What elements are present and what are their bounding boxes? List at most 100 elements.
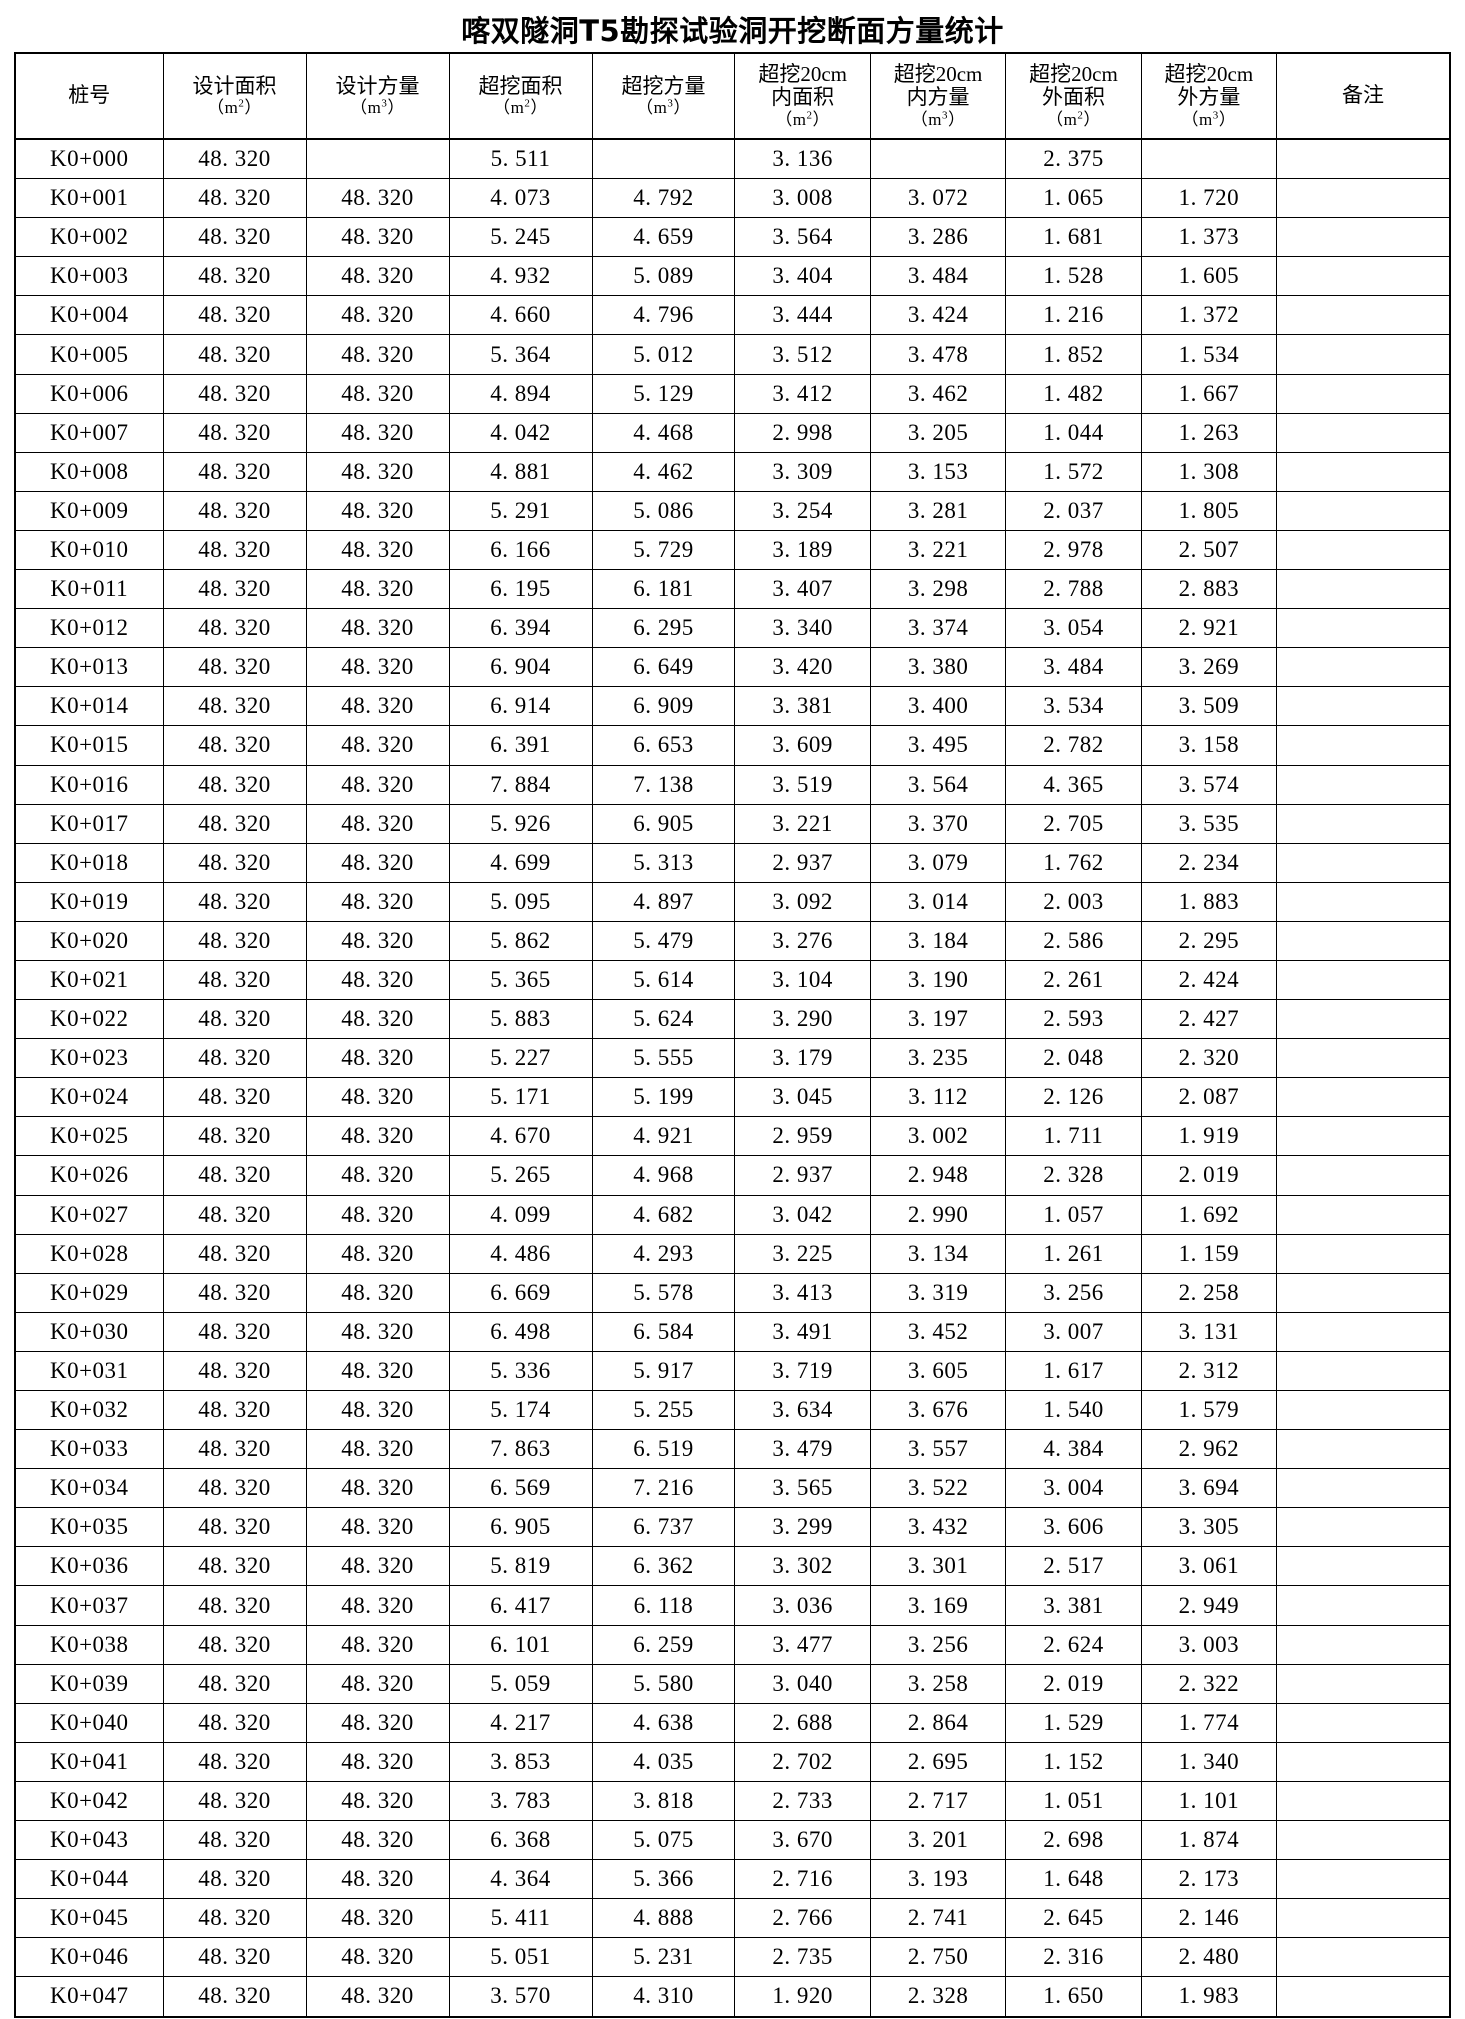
cell-out_area[interactable]: 2. 645 xyxy=(1005,1898,1142,1939)
cell-remark[interactable] xyxy=(1276,1507,1452,1548)
cell-over_vol[interactable]: 4. 293 xyxy=(591,1233,736,1274)
cell-out_vol[interactable]: 1. 159 xyxy=(1140,1233,1278,1274)
cell-in_vol[interactable]: 3. 495 xyxy=(869,725,1007,766)
cell-over_area[interactable]: 5. 245 xyxy=(448,217,593,258)
cell-design_area[interactable]: 48. 320 xyxy=(162,1820,307,1861)
cell-remark[interactable] xyxy=(1276,412,1452,453)
cell-in_vol[interactable]: 3. 169 xyxy=(869,1585,1007,1626)
cell-over_vol[interactable]: 5. 614 xyxy=(591,959,736,1001)
cell-design_vol[interactable]: 48. 320 xyxy=(305,569,450,610)
cell-out_vol[interactable]: 1. 983 xyxy=(1140,1976,1278,2018)
cell-design_vol[interactable]: 48. 320 xyxy=(305,451,450,492)
cell-out_vol[interactable]: 2. 312 xyxy=(1140,1350,1278,1392)
cell-over_area[interactable]: 5. 174 xyxy=(448,1389,593,1431)
cell-pile-number[interactable]: K0+042 xyxy=(13,1780,164,1822)
cell-in_area[interactable]: 3. 008 xyxy=(734,178,871,219)
cell-out_vol[interactable]: 2. 921 xyxy=(1140,608,1278,649)
cell-in_area[interactable]: 3. 412 xyxy=(734,373,871,414)
cell-remark[interactable] xyxy=(1276,647,1452,688)
cell-out_vol[interactable]: 1. 805 xyxy=(1140,490,1278,531)
cell-in_vol[interactable]: 3. 193 xyxy=(869,1859,1007,1900)
cell-design_area[interactable]: 48. 320 xyxy=(162,1311,307,1352)
cell-in_area[interactable]: 3. 670 xyxy=(734,1820,871,1861)
cell-in_vol[interactable]: 3. 072 xyxy=(869,178,1007,219)
cell-out_area[interactable]: 1. 529 xyxy=(1005,1702,1142,1743)
cell-over_vol[interactable]: 5. 580 xyxy=(591,1663,736,1704)
cell-design_area[interactable]: 48. 320 xyxy=(162,1780,307,1822)
cell-out_vol[interactable]: 3. 003 xyxy=(1140,1624,1278,1665)
cell-remark[interactable] xyxy=(1276,1311,1452,1352)
cell-in_vol[interactable]: 3. 380 xyxy=(869,647,1007,688)
cell-design_vol[interactable]: 48. 320 xyxy=(305,1194,450,1235)
cell-in_vol[interactable]: 3. 301 xyxy=(869,1546,1007,1587)
cell-design_area[interactable]: 48. 320 xyxy=(162,1741,307,1782)
cell-out_vol[interactable]: 1. 919 xyxy=(1140,1116,1278,1157)
cell-design_vol[interactable]: 48. 320 xyxy=(305,1976,450,2018)
cell-pile-number[interactable]: K0+013 xyxy=(13,647,164,688)
cell-over_vol[interactable]: 5. 255 xyxy=(591,1389,736,1431)
cell-remark[interactable] xyxy=(1276,178,1452,219)
cell-in_area[interactable]: 3. 564 xyxy=(734,217,871,258)
cell-out_area[interactable]: 2. 261 xyxy=(1005,959,1142,1001)
cell-design_area[interactable]: 48. 320 xyxy=(162,725,307,766)
cell-out_vol[interactable]: 1. 340 xyxy=(1140,1741,1278,1782)
cell-over_area[interactable]: 5. 511 xyxy=(448,138,593,180)
cell-pile-number[interactable]: K0+034 xyxy=(13,1468,164,1509)
cell-design_area[interactable]: 48. 320 xyxy=(162,686,307,727)
cell-in_area[interactable]: 2. 688 xyxy=(734,1702,871,1743)
cell-design_area[interactable]: 48. 320 xyxy=(162,1116,307,1157)
column-header-design_vol[interactable]: 设计方量 （m3） xyxy=(305,52,450,140)
cell-design_area[interactable]: 48. 320 xyxy=(162,1272,307,1313)
cell-over_area[interactable]: 4. 670 xyxy=(448,1116,593,1157)
cell-remark[interactable] xyxy=(1276,1429,1452,1470)
cell-out_area[interactable]: 3. 007 xyxy=(1005,1311,1142,1352)
cell-out_vol[interactable]: 2. 019 xyxy=(1140,1155,1278,1196)
cell-in_vol[interactable]: 3. 564 xyxy=(869,764,1007,805)
cell-over_area[interactable]: 5. 883 xyxy=(448,999,593,1040)
cell-design_vol[interactable]: 48. 320 xyxy=(305,373,450,414)
cell-design_vol[interactable]: 48. 320 xyxy=(305,490,450,531)
cell-over_area[interactable]: 6. 166 xyxy=(448,529,593,571)
cell-out_vol[interactable]: 1. 101 xyxy=(1140,1780,1278,1822)
cell-design_area[interactable]: 48. 320 xyxy=(162,920,307,961)
cell-in_area[interactable]: 3. 565 xyxy=(734,1468,871,1509)
cell-remark[interactable] xyxy=(1276,803,1452,844)
cell-in_area[interactable]: 2. 735 xyxy=(734,1937,871,1978)
cell-design_vol[interactable]: 48. 320 xyxy=(305,1468,450,1509)
cell-in_vol[interactable]: 3. 235 xyxy=(869,1038,1007,1079)
cell-pile-number[interactable]: K0+015 xyxy=(13,725,164,766)
cell-in_area[interactable]: 2. 716 xyxy=(734,1859,871,1900)
cell-design_vol[interactable]: 48. 320 xyxy=(305,647,450,688)
cell-out_area[interactable]: 1. 762 xyxy=(1005,842,1142,883)
cell-in_vol[interactable]: 3. 281 xyxy=(869,490,1007,531)
cell-in_vol[interactable]: 2. 864 xyxy=(869,1702,1007,1743)
cell-out_vol[interactable]: 2. 258 xyxy=(1140,1272,1278,1313)
cell-out_vol[interactable]: 2. 507 xyxy=(1140,529,1278,571)
cell-pile-number[interactable]: K0+022 xyxy=(13,999,164,1040)
cell-design_vol[interactable]: 48. 320 xyxy=(305,1820,450,1861)
cell-over_vol[interactable] xyxy=(591,138,736,180)
cell-in_vol[interactable]: 3. 424 xyxy=(869,295,1007,336)
cell-remark[interactable] xyxy=(1276,999,1452,1040)
cell-in_area[interactable]: 3. 479 xyxy=(734,1429,871,1470)
cell-pile-number[interactable]: K0+028 xyxy=(13,1233,164,1274)
cell-in_area[interactable]: 3. 512 xyxy=(734,334,871,375)
cell-in_vol[interactable]: 3. 256 xyxy=(869,1624,1007,1665)
cell-remark[interactable] xyxy=(1276,334,1452,375)
cell-in_area[interactable]: 3. 045 xyxy=(734,1077,871,1118)
cell-out_area[interactable]: 2. 517 xyxy=(1005,1546,1142,1587)
cell-remark[interactable] xyxy=(1276,1937,1452,1978)
cell-pile-number[interactable]: K0+026 xyxy=(13,1155,164,1196)
cell-in_area[interactable]: 3. 221 xyxy=(734,803,871,844)
cell-remark[interactable] xyxy=(1276,138,1452,180)
cell-out_area[interactable]: 2. 003 xyxy=(1005,881,1142,922)
cell-design_area[interactable]: 48. 320 xyxy=(162,1624,307,1665)
cell-remark[interactable] xyxy=(1276,1663,1452,1704)
cell-over_area[interactable]: 4. 042 xyxy=(448,412,593,453)
cell-design_area[interactable]: 48. 320 xyxy=(162,959,307,1001)
cell-in_area[interactable]: 3. 381 xyxy=(734,686,871,727)
cell-design_area[interactable]: 48. 320 xyxy=(162,1468,307,1509)
cell-design_vol[interactable]: 48. 320 xyxy=(305,1311,450,1352)
cell-pile-number[interactable]: K0+008 xyxy=(13,451,164,492)
cell-in_area[interactable]: 2. 733 xyxy=(734,1780,871,1822)
